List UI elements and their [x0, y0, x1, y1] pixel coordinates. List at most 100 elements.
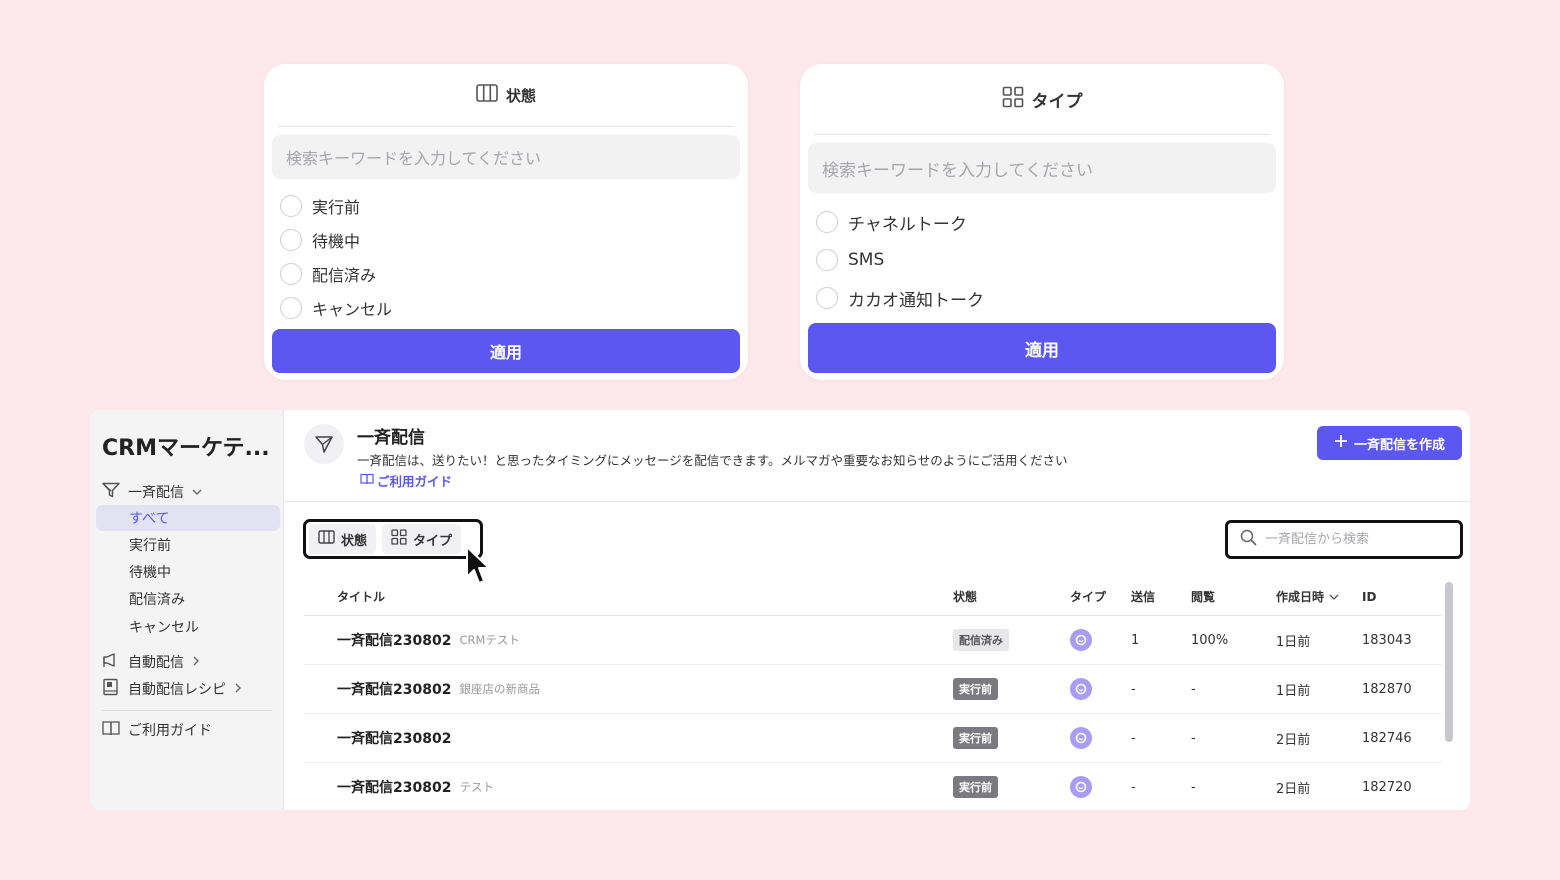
view-rate: - [1191, 779, 1196, 795]
channel-talk-icon [1070, 678, 1092, 700]
row-id: 182720 [1362, 779, 1412, 795]
option-item[interactable]: 配信済み [280, 257, 732, 291]
row-id: 182746 [1362, 730, 1412, 746]
guide-link[interactable]: ご利用ガイド [360, 471, 452, 490]
plus-icon [1334, 434, 1348, 452]
status-filter-button[interactable]: 状態 [309, 524, 377, 554]
chevron-down-icon [192, 484, 202, 500]
filter-label: タイプ [413, 533, 453, 549]
channel-talk-icon [1070, 727, 1092, 749]
sidebar-item-broadcast[interactable]: 一斉配信 [102, 480, 202, 504]
col-title[interactable]: タイトル [337, 578, 385, 615]
sidebar-sub-delivered[interactable]: 配信済み [129, 586, 185, 612]
option-item[interactable]: 待機中 [280, 223, 732, 257]
columns-icon [318, 530, 335, 548]
option-item[interactable]: 実行前 [280, 189, 732, 223]
search-icon [1240, 529, 1257, 550]
sidebar-item-guide[interactable]: ご利用ガイド [102, 718, 212, 742]
sidebar-sub-before[interactable]: 実行前 [129, 532, 171, 558]
col-id[interactable]: ID [1362, 578, 1376, 615]
sidebar-item-label: 一斉配信 [128, 485, 184, 501]
checkbox[interactable] [280, 263, 302, 285]
checkbox[interactable] [280, 297, 302, 319]
grid-icon [391, 529, 407, 549]
table-scrollbar[interactable] [1442, 578, 1456, 810]
divider [814, 134, 1270, 135]
table-row[interactable]: 一斉配信230802 銀座店の新商品 実行前 - - 1日前 182870 [304, 665, 1442, 714]
created-date: 2日前 [1276, 781, 1311, 797]
col-date[interactable]: 作成日時 [1276, 578, 1339, 615]
option-item[interactable]: SMS [816, 241, 1268, 279]
divider [278, 126, 734, 127]
create-button-label: 一斉配信を作成 [1353, 437, 1445, 453]
checkbox[interactable] [280, 195, 302, 217]
status-badge: 実行前 [953, 776, 998, 798]
option-item[interactable]: キャンセル [280, 291, 732, 325]
type-filter-popover: タイプ 検索キーワードを入力してください チャネルトーク SMS カカオ通知トー… [800, 64, 1284, 380]
channel-talk-icon [1070, 629, 1092, 651]
col-type[interactable]: タイプ [1070, 578, 1106, 615]
view-rate: - [1191, 730, 1196, 746]
option-label: SMS [848, 250, 885, 270]
row-subtitle: 銀座店の新商品 [459, 682, 540, 696]
megaphone-icon [102, 652, 120, 672]
table-row[interactable]: 一斉配信230802 CRMテスト 配信済み 1 100% 1日前 183043 [304, 616, 1442, 665]
divider [284, 501, 1470, 502]
sidebar-sub-waiting[interactable]: 待機中 [129, 559, 171, 585]
grid-icon [1002, 86, 1024, 113]
columns-icon [476, 84, 498, 106]
col-view[interactable]: 閲覧 [1191, 578, 1215, 615]
checkbox[interactable] [816, 211, 838, 233]
option-item[interactable]: チャネルトーク [816, 203, 1268, 241]
search-input[interactable]: 検索キーワードを入力してください [808, 143, 1276, 193]
row-title: 一斉配信230802 [337, 780, 452, 796]
popover-title: 状態 [505, 86, 536, 105]
main-content: 一斉配信 一斉配信は、送りたい！と思ったタイミングにメッセージを配信できます。メ… [284, 410, 1470, 810]
checkbox[interactable] [280, 229, 302, 251]
col-sent[interactable]: 送信 [1131, 578, 1155, 615]
apply-button[interactable]: 適用 [808, 323, 1276, 373]
option-label: 待機中 [312, 232, 361, 251]
checkbox[interactable] [816, 249, 838, 271]
apply-button[interactable]: 適用 [272, 329, 740, 373]
paper-plane-icon [304, 424, 344, 464]
type-filter-button[interactable]: タイプ [382, 524, 462, 554]
chevron-right-icon [192, 654, 200, 670]
chevron-down-icon [1329, 590, 1339, 604]
popover-title: タイプ [1031, 91, 1083, 112]
option-list: チャネルトーク SMS カカオ通知トーク [800, 193, 1284, 317]
row-id: 183043 [1362, 632, 1412, 648]
brand-name: CRMマーケテ... [102, 436, 270, 461]
option-label: チャネルトーク [848, 214, 967, 235]
search-input[interactable]: 検索キーワードを入力してください [272, 135, 740, 179]
created-date: 1日前 [1276, 634, 1311, 650]
checkbox[interactable] [816, 287, 838, 309]
row-title: 一斉配信230802 [337, 633, 452, 649]
option-label: 配信済み [312, 266, 377, 285]
book-icon [360, 473, 374, 488]
scrollbar-thumb[interactable] [1445, 582, 1453, 742]
create-broadcast-button[interactable]: 一斉配信を作成 [1317, 426, 1462, 460]
sidebar-divider [102, 710, 272, 711]
sidebar-sub-all[interactable]: すべて [96, 505, 280, 531]
recipe-book-icon [102, 678, 120, 700]
search-input[interactable] [1265, 532, 1455, 547]
table-row[interactable]: 一斉配信230802 実行前 - - 2日前 182746 [304, 714, 1442, 763]
status-filter-popover: 状態 検索キーワードを入力してください 実行前 待機中 配信済み キャンセル 適… [264, 64, 748, 380]
popover-header: タイプ [800, 64, 1284, 134]
option-item[interactable]: カカオ通知トーク [816, 279, 1268, 317]
sidebar-item-recipe[interactable]: 自動配信レシピ [102, 677, 242, 701]
table-row[interactable]: 一斉配信230802 テスト 実行前 - - 2日前 182720 [304, 763, 1442, 810]
sidebar-sub-cancelled[interactable]: キャンセル [129, 614, 199, 640]
mouse-cursor-icon [465, 545, 491, 591]
broadcast-search[interactable] [1225, 520, 1463, 559]
filter-label: 状態 [341, 533, 368, 549]
sent-count: - [1131, 779, 1136, 795]
sidebar-item-auto[interactable]: 自動配信 [102, 650, 200, 674]
book-icon [102, 720, 120, 740]
status-badge: 配信済み [953, 629, 1009, 651]
sent-count: - [1131, 681, 1136, 697]
filter-funnel-icon [102, 482, 120, 502]
col-status[interactable]: 状態 [953, 578, 977, 615]
sidebar-item-label: 自動配信レシピ [128, 682, 226, 698]
